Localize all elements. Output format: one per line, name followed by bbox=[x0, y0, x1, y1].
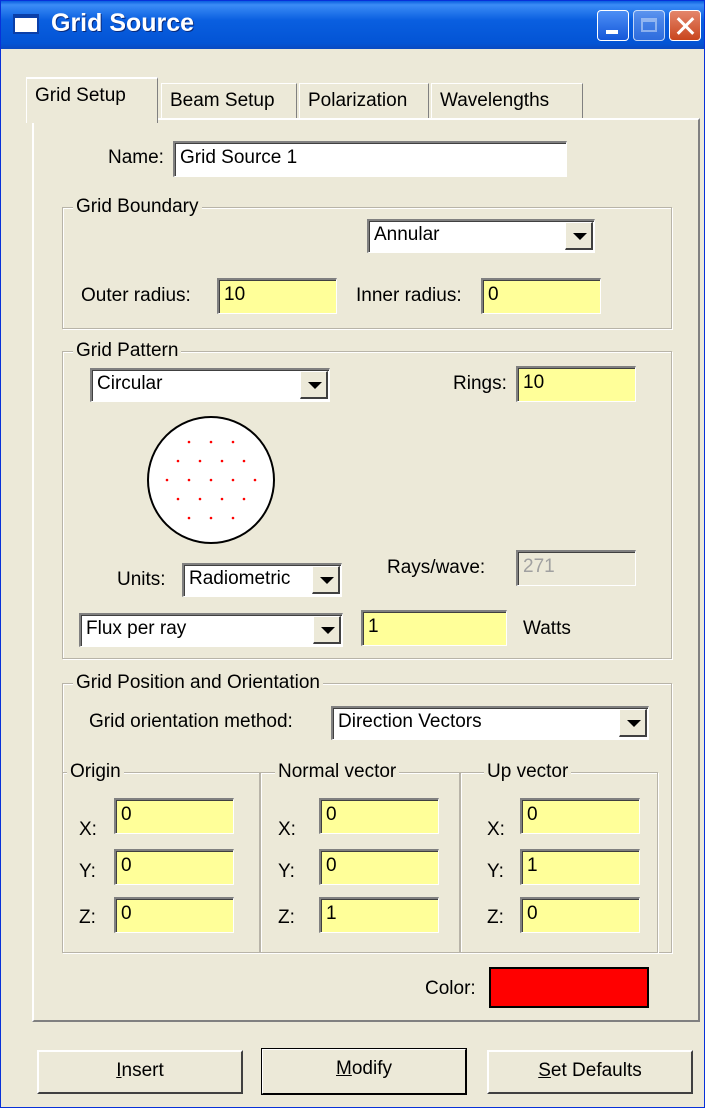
ray-dot bbox=[187, 516, 191, 520]
maximize-icon bbox=[633, 10, 665, 41]
inner-radius-field[interactable]: 0 bbox=[481, 278, 601, 314]
ray-dot bbox=[198, 459, 202, 463]
flux-mode-value: Flux per ray bbox=[86, 618, 187, 639]
outer-radius-field[interactable]: 10 bbox=[217, 278, 337, 314]
up-x-field[interactable]: 0 bbox=[520, 798, 640, 834]
insert-label: nsert bbox=[121, 1060, 164, 1081]
flux-mode-dropdown[interactable]: Flux per ray bbox=[79, 613, 343, 647]
normal-z-label: Z: bbox=[278, 907, 295, 928]
title-bar[interactable]: Grid Source bbox=[1, 1, 704, 49]
up-x-label: X: bbox=[487, 819, 505, 840]
ray-dot bbox=[220, 459, 224, 463]
tab-polarization[interactable]: Polarization bbox=[299, 83, 429, 119]
set-defaults-button[interactable]: Set Defaults bbox=[487, 1050, 693, 1094]
boundary-shape-dropdown[interactable]: Annular bbox=[367, 219, 595, 253]
name-field[interactable]: Grid Source 1 bbox=[173, 141, 567, 177]
orientation-method-dropdown[interactable]: Direction Vectors bbox=[331, 706, 649, 740]
boundary-shape-value: Annular bbox=[374, 224, 440, 245]
ray-dot bbox=[253, 478, 257, 482]
ray-dot bbox=[165, 478, 169, 482]
origin-y-field[interactable]: 0 bbox=[114, 849, 234, 885]
set-defaults-label: et Defaults bbox=[550, 1060, 642, 1081]
origin-z-field[interactable]: 0 bbox=[114, 897, 234, 933]
tab-beam-setup[interactable]: Beam Setup bbox=[161, 83, 297, 119]
rings-label: Rings: bbox=[453, 373, 507, 394]
units-label: Units: bbox=[117, 569, 166, 590]
grid-position-title: Grid Position and Orientation bbox=[73, 672, 323, 694]
origin-title: Origin bbox=[67, 761, 124, 783]
close-icon[interactable] bbox=[669, 10, 701, 41]
up-y-field[interactable]: 1 bbox=[520, 849, 640, 885]
ray-dot bbox=[209, 516, 213, 520]
pattern-dropdown[interactable]: Circular bbox=[90, 368, 330, 402]
grid-source-dialog: Grid Source Grid Setup Beam Setup Polari… bbox=[0, 0, 705, 1108]
rays-per-wave-label: Rays/wave: bbox=[387, 557, 486, 578]
window-icon bbox=[13, 14, 39, 34]
up-z-label: Z: bbox=[487, 907, 504, 928]
up-y-label: Y: bbox=[487, 861, 504, 882]
modify-button[interactable]: Modify bbox=[261, 1048, 467, 1095]
origin-x-label: X: bbox=[79, 819, 97, 840]
origin-y-label: Y: bbox=[79, 861, 96, 882]
orientation-method-label: Grid orientation method: bbox=[89, 711, 293, 732]
chevron-down-icon[interactable] bbox=[300, 371, 328, 399]
ray-dot bbox=[176, 497, 180, 501]
grid-boundary-title: Grid Boundary bbox=[73, 196, 202, 218]
normal-y-field[interactable]: 0 bbox=[319, 849, 439, 885]
ray-dot bbox=[220, 497, 224, 501]
ray-dot bbox=[231, 516, 235, 520]
ray-dot bbox=[242, 497, 246, 501]
set-defaults-mnemonic: S bbox=[538, 1060, 551, 1081]
window-title: Grid Source bbox=[51, 9, 195, 37]
color-label: Color: bbox=[425, 978, 476, 999]
rings-field[interactable]: 10 bbox=[516, 366, 636, 402]
chevron-down-icon[interactable] bbox=[313, 616, 341, 644]
units-value: Radiometric bbox=[189, 568, 291, 589]
normal-vector-title: Normal vector bbox=[275, 761, 400, 783]
flux-value-field[interactable]: 1 bbox=[361, 610, 507, 646]
units-dropdown[interactable]: Radiometric bbox=[182, 563, 342, 597]
ray-dot bbox=[231, 478, 235, 482]
ray-dot bbox=[231, 440, 235, 444]
grid-pattern-preview bbox=[147, 416, 275, 544]
normal-z-field[interactable]: 1 bbox=[319, 897, 439, 933]
origin-z-label: Z: bbox=[79, 907, 96, 928]
normal-y-label: Y: bbox=[278, 861, 295, 882]
normal-x-field[interactable]: 0 bbox=[319, 798, 439, 834]
normal-x-label: X: bbox=[278, 819, 296, 840]
tab-wavelengths[interactable]: Wavelengths bbox=[431, 83, 583, 119]
ray-dot bbox=[198, 497, 202, 501]
ray-dot bbox=[209, 478, 213, 482]
modify-mnemonic: M bbox=[336, 1058, 352, 1079]
color-swatch[interactable] bbox=[489, 967, 649, 1008]
minimize-icon[interactable] bbox=[597, 10, 629, 41]
name-label: Name: bbox=[108, 147, 164, 168]
outer-radius-label: Outer radius: bbox=[81, 285, 191, 306]
up-z-field[interactable]: 0 bbox=[520, 897, 640, 933]
orientation-method-value: Direction Vectors bbox=[338, 711, 482, 732]
ray-dot bbox=[187, 478, 191, 482]
chevron-down-icon[interactable] bbox=[565, 222, 593, 250]
origin-x-field[interactable]: 0 bbox=[114, 798, 234, 834]
modify-label: odify bbox=[351, 1058, 392, 1079]
rays-per-wave-field: 271 bbox=[516, 550, 636, 586]
inner-radius-label: Inner radius: bbox=[356, 285, 462, 306]
ray-dot bbox=[209, 440, 213, 444]
ray-dot bbox=[176, 459, 180, 463]
flux-unit-label: Watts bbox=[523, 618, 571, 639]
chevron-down-icon[interactable] bbox=[312, 566, 340, 594]
tab-grid-setup[interactable]: Grid Setup bbox=[26, 77, 158, 123]
grid-pattern-title: Grid Pattern bbox=[73, 340, 182, 362]
up-vector-title: Up vector bbox=[484, 761, 572, 783]
ray-dot bbox=[187, 440, 191, 444]
pattern-value: Circular bbox=[97, 373, 163, 394]
ray-dot bbox=[242, 459, 246, 463]
insert-button[interactable]: Insert bbox=[37, 1050, 243, 1094]
chevron-down-icon[interactable] bbox=[619, 709, 647, 737]
